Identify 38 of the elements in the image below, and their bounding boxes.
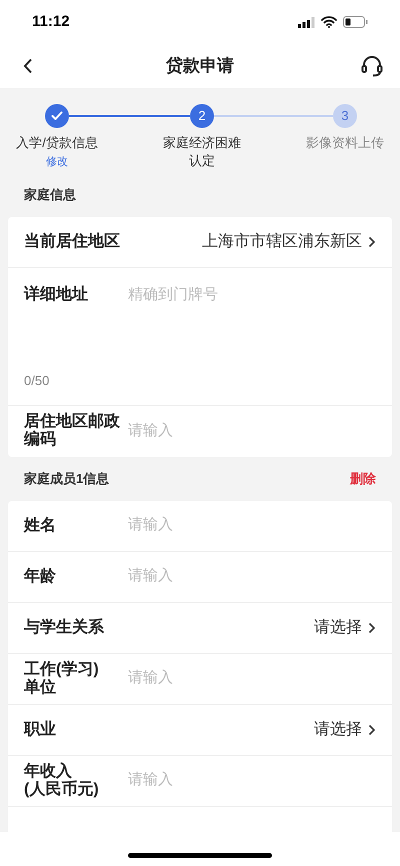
chevron-right-icon — [368, 622, 376, 634]
step-label: 家庭经济困难认定 — [162, 134, 242, 170]
input-field[interactable]: 请输入 — [128, 667, 376, 690]
delete-button[interactable]: 删除 — [350, 468, 376, 488]
input-field[interactable]: 请输入 — [128, 769, 376, 792]
page-title: 贷款申请 — [164, 55, 235, 78]
field-label: 当前居住地区 — [24, 232, 120, 252]
select-field[interactable]: 请选择 — [314, 616, 376, 640]
field-label: 姓名 — [24, 516, 57, 534]
section-title: 家庭成员1信息 — [24, 470, 110, 488]
chevron-right-icon — [368, 236, 376, 248]
step-label: 入学/贷款信息 — [16, 134, 98, 152]
edit-link[interactable]: 修改 — [46, 154, 68, 170]
textarea-field[interactable]: 精确到门牌号 — [128, 284, 376, 360]
step-number: 2 — [190, 104, 214, 128]
field-label: 年龄 — [24, 568, 57, 586]
chevron-left-icon — [23, 58, 33, 74]
input-field[interactable]: 请输入 — [128, 565, 376, 588]
field-label: 详细地址 — [24, 284, 89, 304]
field-label: 工作(学习)单位 — [24, 660, 100, 696]
select-field[interactable]: 上海市市辖区浦东新区 — [202, 230, 376, 254]
field-label: 职业 — [24, 720, 56, 740]
headset-icon — [360, 54, 384, 78]
chevron-right-icon — [368, 724, 376, 736]
field-label: 年收入(人民币元) — [24, 762, 100, 798]
section-title: 家庭信息 — [24, 186, 76, 204]
status-time: 11:12 — [32, 12, 70, 32]
step-number: 3 — [333, 104, 357, 128]
field-label: 与学生关系 — [24, 617, 104, 638]
signal-icon — [298, 16, 315, 28]
field-label: 居住地区邮政编码 — [24, 413, 121, 449]
char-counter: 0/50 — [24, 372, 50, 390]
wifi-icon — [321, 16, 337, 28]
step-label: 影像资料上传 — [306, 134, 384, 152]
input-field[interactable]: 请输入 — [128, 514, 376, 537]
battery-icon — [343, 16, 368, 28]
input-field[interactable]: 请输入 — [128, 420, 376, 442]
select-field[interactable]: 请选择 — [314, 718, 376, 742]
